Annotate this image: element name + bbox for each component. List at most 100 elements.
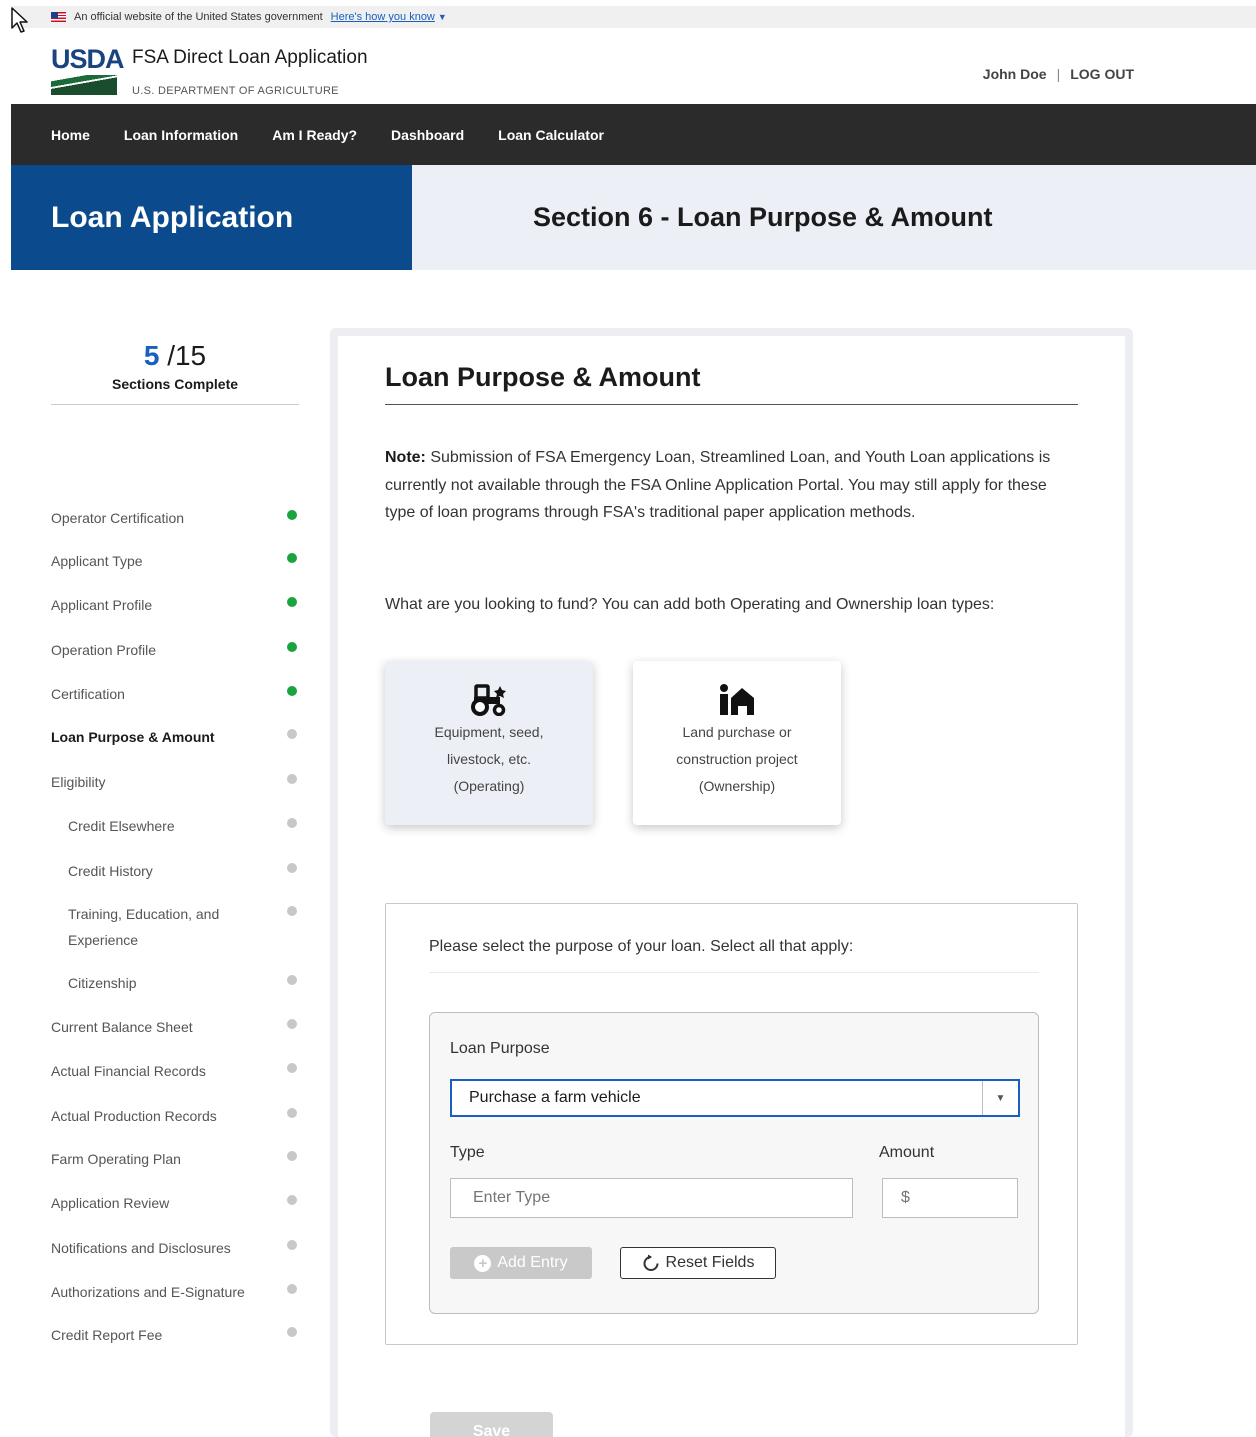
reset-fields-label: Reset Fields [665, 1254, 755, 1271]
incomplete-status-dot-icon [287, 906, 297, 916]
incomplete-status-dot-icon [287, 975, 297, 985]
add-entry-label: Add Entry [497, 1254, 568, 1271]
operating-tile-line3: (Operating) [453, 778, 525, 794]
note-text: Note: Submission of FSA Emergency Loan, … [385, 444, 1078, 527]
sidebar-item-label: Operator Certification [51, 510, 185, 526]
sidebar-item[interactable]: Applicant Profile [51, 592, 299, 618]
sidebar-item-label: Training, Education, and Experience [68, 906, 220, 948]
sidebar-item[interactable]: Application Review [51, 1190, 299, 1216]
sidebar-item[interactable]: Training, Education, and Experience [51, 901, 299, 953]
sections-complete-count: 5 [143, 340, 160, 371]
save-button[interactable]: Save [430, 1412, 553, 1437]
incomplete-status-dot-icon [287, 729, 297, 739]
user-separator: | [1056, 66, 1061, 82]
sidebar-item-label: Certification [51, 686, 125, 702]
sidebar-item-label: Applicant Profile [51, 597, 153, 613]
main-nav: Home Loan Information Am I Ready? Dashbo… [11, 104, 1256, 165]
dropdown-caret-icon[interactable]: ▼ [982, 1081, 1018, 1115]
us-flag-icon [51, 12, 66, 22]
incomplete-status-dot-icon [287, 1327, 297, 1337]
loan-purpose-card: Loan Purpose & Amount Note: Submission o… [338, 336, 1125, 1437]
nav-home[interactable]: Home [51, 127, 90, 143]
site-header: USDA FSA Direct Loan Application U.S. DE… [11, 28, 1256, 104]
nav-loan-calculator[interactable]: Loan Calculator [498, 127, 604, 143]
sidebar-item[interactable]: Applicant Type [51, 548, 299, 574]
purpose-question: Please select the purpose of your loan. … [429, 938, 854, 955]
complete-status-dot-icon [287, 510, 297, 520]
sidebar-item-label: Loan Purpose & Amount [51, 729, 215, 745]
amount-input[interactable] [882, 1178, 1018, 1218]
sidebar-item-label: Farm Operating Plan [51, 1151, 181, 1167]
loan-purpose-label: Loan Purpose [450, 1040, 550, 1057]
amount-label: Amount [879, 1144, 935, 1161]
incomplete-status-dot-icon [287, 774, 297, 784]
usda-logo-stripes-icon [51, 75, 117, 95]
sidebar-item[interactable]: Credit Elsewhere [51, 813, 299, 839]
sidebar-item[interactable]: Authorizations and E-Signature [51, 1279, 299, 1305]
section-title: Section 6 - Loan Purpose & Amount [412, 165, 1256, 270]
type-label: Type [450, 1144, 485, 1161]
loan-purpose-panel: Please select the purpose of your loan. … [385, 903, 1078, 1345]
department-name: U.S. DEPARTMENT OF AGRICULTURE [132, 85, 339, 97]
loan-purpose-select[interactable]: Purchase a farm vehicle ▼ [450, 1079, 1020, 1117]
sidebar-item-label: Credit Elsewhere [68, 818, 175, 834]
sidebar-item-label: Eligibility [51, 774, 106, 790]
user-name[interactable]: John Doe [983, 66, 1047, 82]
tractor-icon [471, 684, 506, 716]
app-title: FSA Direct Loan Application [132, 47, 368, 68]
title-divider [385, 404, 1078, 405]
sidebar-item[interactable]: Actual Financial Records [51, 1058, 299, 1084]
gov-banner: An official website of the United States… [11, 6, 1256, 28]
sidebar-item[interactable]: Credit Report Fee [51, 1322, 299, 1348]
ownership-loan-tile[interactable]: Land purchase or construction project (O… [633, 661, 841, 825]
user-area: John Doe | LOG OUT [983, 66, 1134, 82]
sidebar-item[interactable]: Operator Certification [51, 505, 299, 531]
plus-circle-icon: + [474, 1254, 492, 1272]
sidebar-item-label: Authorizations and E-Signature [51, 1284, 245, 1300]
logout-link[interactable]: LOG OUT [1070, 66, 1134, 82]
sidebar-item-label: Credit Report Fee [51, 1327, 163, 1343]
incomplete-status-dot-icon [287, 1284, 297, 1294]
usda-logo[interactable]: USDA [51, 45, 125, 95]
sidebar-item[interactable]: Certification [51, 681, 299, 707]
sidebar-item[interactable]: Farm Operating Plan [51, 1146, 299, 1172]
sidebar-item-label: Actual Financial Records [51, 1063, 206, 1079]
gov-banner-text: An official website of the United States… [74, 11, 323, 23]
sidebar-item[interactable]: Actual Production Records [51, 1103, 299, 1129]
operating-tile-line2: livestock, etc. [446, 751, 532, 767]
complete-status-dot-icon [287, 642, 297, 652]
sidebar-item[interactable]: Notifications and Disclosures [51, 1235, 299, 1261]
reset-fields-button[interactable]: Reset Fields [620, 1247, 776, 1279]
nav-dashboard[interactable]: Dashboard [391, 127, 464, 143]
fund-question: What are you looking to fund? You can ad… [385, 596, 995, 613]
operating-loan-tile[interactable]: Equipment, seed, livestock, etc. (Operat… [385, 661, 593, 825]
mouse-cursor-icon [11, 7, 28, 33]
sidebar-item[interactable]: Current Balance Sheet [51, 1014, 299, 1040]
sidebar-item[interactable]: Credit History [51, 858, 299, 884]
hero-title: Loan Application [11, 165, 412, 270]
purpose-divider [429, 972, 1039, 973]
type-input[interactable] [450, 1178, 853, 1218]
incomplete-status-dot-icon [287, 1019, 297, 1029]
sidebar-item[interactable]: Eligibility [51, 769, 299, 795]
sections-complete-label: Sections Complete [111, 376, 239, 392]
incomplete-status-dot-icon [287, 1108, 297, 1118]
chevron-down-icon[interactable]: ▼ [438, 12, 447, 22]
sidebar-item[interactable]: Operation Profile [51, 637, 299, 663]
operating-tile-line1: Equipment, seed, [434, 724, 544, 740]
nav-loan-information[interactable]: Loan Information [124, 127, 238, 143]
sidebar-item[interactable]: Loan Purpose & Amount [51, 724, 299, 750]
loan-purpose-form: Loan Purpose Purchase a farm vehicle ▼ T… [429, 1012, 1039, 1314]
progress-sidebar: 5 /15 Sections Complete Operator Certifi… [51, 340, 299, 1343]
sidebar-item[interactable]: Citizenship [51, 970, 299, 996]
incomplete-status-dot-icon [287, 818, 297, 828]
heres-how-you-know-link[interactable]: Here's how you know [331, 11, 435, 23]
nav-am-i-ready[interactable]: Am I Ready? [272, 127, 357, 143]
incomplete-status-dot-icon [287, 1151, 297, 1161]
land-ownership-icon [720, 684, 754, 715]
incomplete-status-dot-icon [287, 863, 297, 873]
ownership-tile-line3: (Ownership) [698, 778, 776, 794]
sidebar-item-label: Credit History [68, 863, 153, 879]
add-entry-button[interactable]: + Add Entry [450, 1247, 592, 1279]
sidebar-item-label: Operation Profile [51, 642, 157, 658]
